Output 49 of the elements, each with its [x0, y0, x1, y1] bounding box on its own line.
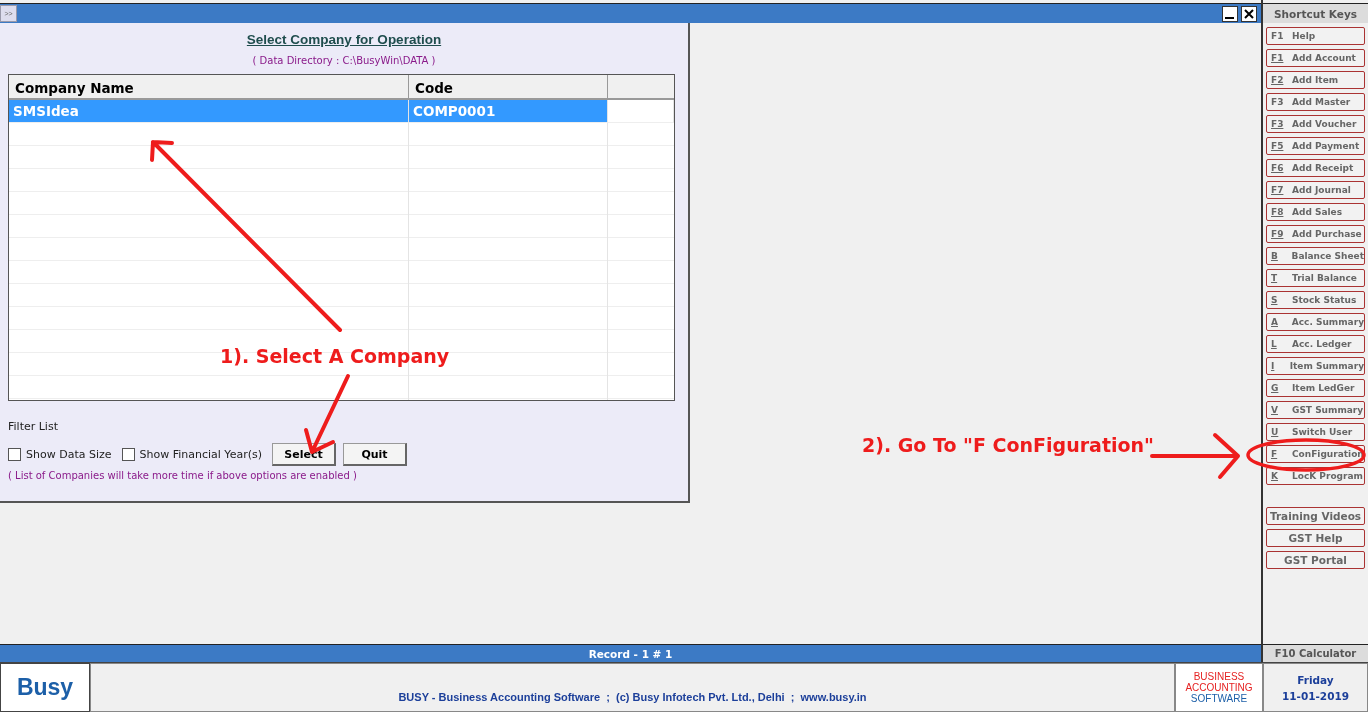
filter-label: Filter List: [8, 420, 59, 433]
shortcut-button[interactable]: F7 Add Journal: [1266, 181, 1365, 199]
checkbox[interactable]: [8, 448, 21, 461]
shortcut-button[interactable]: S Stock Status: [1266, 291, 1365, 309]
column-header: [608, 75, 674, 100]
day-text: Friday: [1297, 673, 1334, 686]
table-cell[interactable]: [608, 100, 674, 123]
checkbox-label: Show Financial Year(s): [139, 448, 262, 461]
shortcut-button[interactable]: B Balance Sheet: [1266, 247, 1365, 265]
link-button[interactable]: GST Portal: [1266, 551, 1365, 569]
close-icon[interactable]: [1241, 5, 1257, 22]
shortcut-button[interactable]: L Acc. Ledger: [1266, 335, 1365, 353]
shortcut-button[interactable]: F6 Add Receipt: [1266, 159, 1365, 177]
checkbox-label: Show Data Size: [26, 448, 112, 461]
record-count: Record - 1 # 1: [588, 647, 673, 660]
shortcut-button[interactable]: F1 Help: [1266, 27, 1365, 45]
column-header[interactable]: Code: [409, 75, 608, 100]
checkbox[interactable]: [121, 448, 135, 461]
minimize-icon[interactable]: [1222, 5, 1238, 22]
annotation-text: 2). Go To "F ConFiguration": [862, 434, 1154, 456]
shortcut-button[interactable]: G Item LedGer: [1266, 379, 1365, 397]
shortcut-button[interactable]: F1 Add Account: [1266, 49, 1365, 67]
annotation-text: 1). Select A Company: [220, 345, 450, 367]
shortcut-header: Shortcut Keys: [1263, 3, 1368, 23]
shortcut-button[interactable]: F8 Add Sales: [1266, 203, 1365, 221]
shortcut-button[interactable]: F3 Add Master: [1266, 93, 1365, 111]
shortcut-button[interactable]: U Switch User: [1266, 423, 1365, 441]
calculator-button[interactable]: F10 Calculator: [1263, 644, 1368, 662]
date-text: 11-01-2019: [1281, 689, 1350, 702]
shortcut-button[interactable]: T Trial Balance: [1266, 269, 1365, 287]
data-directory: ( Data Directory : C:\BusyWin\DATA ): [252, 55, 436, 66]
table-cell[interactable]: SMSIdea: [9, 100, 409, 123]
shortcut-button[interactable]: V GST Summary: [1266, 401, 1365, 419]
shortcut-button[interactable]: I Item Summary: [1266, 357, 1365, 375]
tagline-logo: BUSINESS ACCOUNTING SOFTWARE: [1175, 663, 1263, 712]
link-button[interactable]: GST Help: [1266, 529, 1365, 547]
busy-logo: Busy: [0, 663, 90, 712]
column-header[interactable]: Company Name: [9, 75, 409, 100]
note-text: ( List of Companies will take more time if above options are enabled ): [8, 470, 358, 481]
copyright-text: BUSY - Business Accounting Software ; (c) Busy Infotech Pvt. Ltd., Delhi ; www.busy.in: [398, 691, 867, 703]
shortcut-button[interactable]: F2 Add Item: [1266, 71, 1365, 89]
dialog-button[interactable]: Quit: [343, 443, 407, 466]
shortcut-button[interactable]: F9 Add Purchase: [1266, 225, 1365, 243]
shortcut-button[interactable]: F3 Add Voucher: [1266, 115, 1365, 133]
shortcut-button[interactable]: A Acc. Summary: [1266, 313, 1365, 331]
link-button[interactable]: Training Videos: [1266, 507, 1365, 525]
dialog-title: Select Company for Operation: [246, 32, 442, 47]
table-cell[interactable]: COMP0001: [409, 100, 608, 123]
shortcut-button[interactable]: F5 Add Payment: [1266, 137, 1365, 155]
